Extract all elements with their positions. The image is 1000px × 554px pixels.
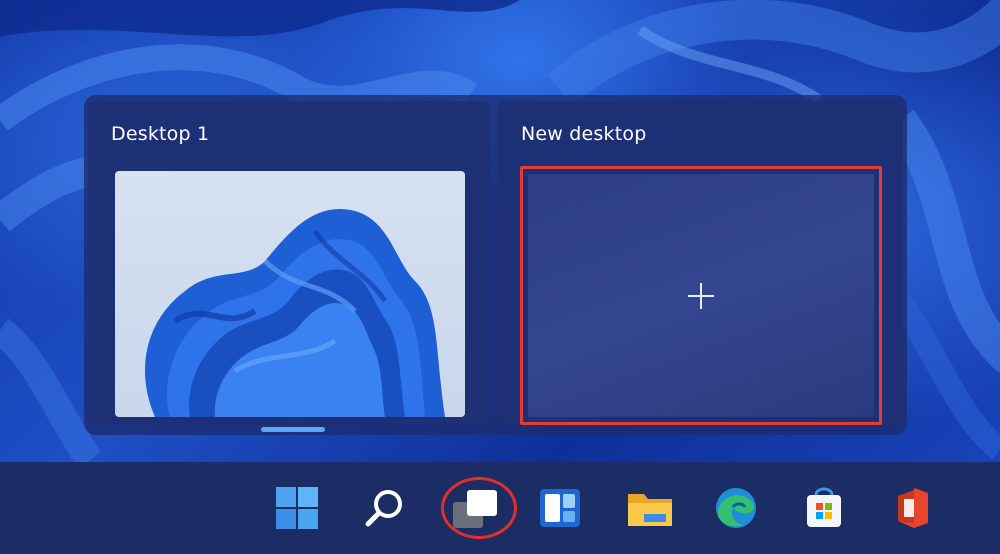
store-icon: [807, 487, 841, 527]
search-button[interactable]: [354, 478, 414, 538]
office-button[interactable]: [882, 478, 942, 538]
new-desktop-title: New desktop: [521, 123, 647, 145]
task-view-highlight-circle: [441, 477, 517, 539]
new-desktop-button[interactable]: [520, 166, 882, 425]
edge-icon: [716, 488, 756, 528]
folder-icon: [628, 494, 672, 526]
edge-button[interactable]: [706, 478, 766, 538]
start-button[interactable]: [267, 478, 327, 538]
widgets-button[interactable]: [530, 478, 590, 538]
desktop-title: Desktop 1: [111, 123, 210, 145]
desktop-thumbnail[interactable]: [115, 171, 465, 417]
new-desktop-area[interactable]: [528, 174, 874, 417]
task-view-panel: Desktop 1 New desktop: [84, 95, 907, 435]
active-desktop-indicator: [261, 427, 325, 432]
plus-icon: [688, 282, 714, 309]
widgets-icon: [540, 489, 580, 527]
office-icon: [898, 488, 928, 528]
store-button[interactable]: [794, 478, 854, 538]
windows-logo-icon: [276, 487, 318, 529]
desktop-card-1[interactable]: Desktop 1: [88, 101, 490, 432]
file-explorer-button[interactable]: [620, 478, 680, 538]
new-desktop-card[interactable]: New desktop: [498, 101, 903, 425]
search-icon: [365, 490, 402, 527]
